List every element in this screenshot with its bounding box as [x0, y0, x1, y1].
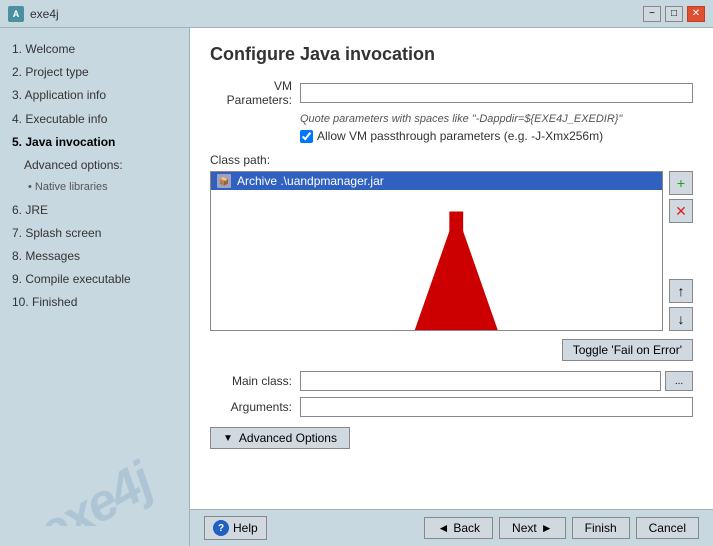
app-icon: A	[8, 6, 24, 22]
bottom-right: ◄ Back Next ► Finish Cancel	[424, 517, 699, 539]
arguments-label: Arguments:	[210, 400, 300, 414]
toggle-fail-on-error-button[interactable]: Toggle 'Fail on Error'	[562, 339, 693, 361]
sidebar-item-welcome[interactable]: 1. Welcome	[8, 38, 181, 61]
sidebar-item-application-info[interactable]: 3. Application info	[8, 84, 181, 107]
close-button[interactable]: ✕	[687, 6, 705, 22]
title-bar-left: A exe4j	[8, 6, 59, 22]
bottom-bar: ? Help ◄ Back Next ► Finish Cancel	[190, 509, 713, 546]
vm-hint: Quote parameters with spaces like "-Dapp…	[300, 113, 693, 125]
main-class-label: Main class:	[210, 374, 300, 388]
cancel-button[interactable]: Cancel	[636, 517, 699, 539]
next-label: Next	[512, 521, 537, 535]
advanced-section: ▼ Advanced Options	[210, 427, 693, 449]
sidebar-item-compile-executable[interactable]: 9. Compile executable	[8, 268, 181, 291]
remove-classpath-button[interactable]: ✕	[669, 199, 693, 223]
bottom-left: ? Help	[204, 516, 267, 540]
watermark: exe4j	[0, 426, 189, 526]
classpath-action-buttons: + ✕ ↑ ↓	[669, 171, 693, 331]
list-item[interactable]: 📦 Archive .\uandpmanager.jar	[211, 172, 662, 190]
sidebar: 1. Welcome 2. Project type 3. Applicatio…	[0, 28, 190, 546]
add-classpath-button[interactable]: +	[669, 171, 693, 195]
maximize-button[interactable]: □	[665, 6, 683, 22]
help-button[interactable]: ? Help	[204, 516, 267, 540]
vm-parameters-row: VM Parameters:	[210, 79, 693, 107]
back-label: Back	[453, 521, 480, 535]
window-title: exe4j	[30, 7, 59, 21]
sidebar-item-finished[interactable]: 10. Finished	[8, 291, 181, 314]
sidebar-item-advanced-options-label: Advanced options:	[8, 154, 181, 177]
help-label: Help	[233, 521, 258, 535]
move-up-button[interactable]: ↑	[669, 279, 693, 303]
move-down-button[interactable]: ↓	[669, 307, 693, 331]
sidebar-item-java-invocation[interactable]: 5. Java invocation	[8, 131, 181, 154]
advanced-options-label: Advanced Options	[239, 431, 337, 445]
allow-passthrough-checkbox[interactable]	[300, 130, 313, 143]
back-button[interactable]: ◄ Back	[424, 517, 493, 539]
classpath-list: 📦 Archive .\uandpmanager.jar	[210, 171, 663, 331]
minimize-button[interactable]: −	[643, 6, 661, 22]
main-class-browse-button[interactable]: ...	[665, 371, 693, 391]
archive-icon: 📦	[217, 174, 231, 188]
main-container: 1. Welcome 2. Project type 3. Applicatio…	[0, 28, 713, 546]
arguments-input[interactable]	[300, 397, 693, 417]
advanced-arrow-icon: ▼	[223, 433, 233, 444]
next-arrow-icon: ►	[541, 521, 553, 535]
next-button[interactable]: Next ►	[499, 517, 566, 539]
sidebar-item-jre[interactable]: 6. JRE	[8, 199, 181, 222]
vm-parameters-input[interactable]	[300, 83, 693, 103]
window-controls: − □ ✕	[643, 6, 705, 22]
help-icon: ?	[213, 520, 229, 536]
sidebar-item-messages[interactable]: 8. Messages	[8, 245, 181, 268]
advanced-options-button[interactable]: ▼ Advanced Options	[210, 427, 350, 449]
sidebar-item-native-libraries[interactable]: • Native libraries	[8, 177, 181, 199]
vm-parameters-label: VM Parameters:	[210, 79, 300, 107]
sidebar-item-splash-screen[interactable]: 7. Splash screen	[8, 222, 181, 245]
allow-passthrough-row: Allow VM passthrough parameters (e.g. -J…	[300, 129, 693, 143]
sidebar-item-project-type[interactable]: 2. Project type	[8, 61, 181, 84]
sidebar-item-executable-info[interactable]: 4. Executable info	[8, 108, 181, 131]
page-title: Configure Java invocation	[210, 44, 693, 65]
classpath-item-text: Archive .\uandpmanager.jar	[237, 174, 384, 188]
classpath-label: Class path:	[210, 153, 693, 167]
classpath-section: 📦 Archive .\uandpmanager.jar	[210, 171, 693, 331]
title-bar: A exe4j − □ ✕	[0, 0, 713, 28]
content-area: Configure Java invocation VM Parameters:…	[190, 28, 713, 509]
back-arrow-icon: ◄	[437, 521, 449, 535]
main-class-row: Main class: ...	[210, 371, 693, 391]
allow-passthrough-label: Allow VM passthrough parameters (e.g. -J…	[317, 129, 603, 143]
arguments-row: Arguments:	[210, 397, 693, 417]
main-class-input[interactable]	[300, 371, 661, 391]
finish-button[interactable]: Finish	[572, 517, 630, 539]
toggle-btn-container: Toggle 'Fail on Error'	[210, 339, 693, 361]
